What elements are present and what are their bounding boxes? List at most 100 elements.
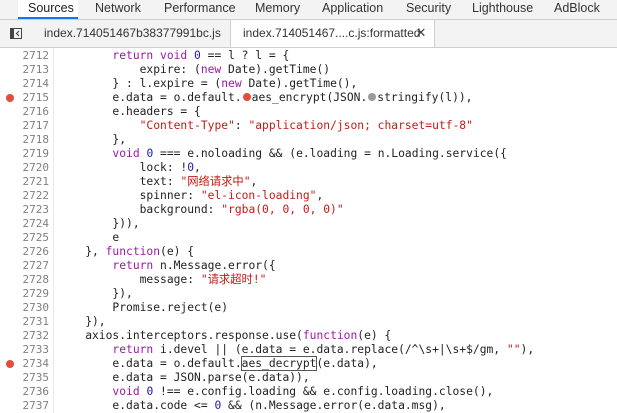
tab-network[interactable]: Network [95,0,141,19]
line-number[interactable]: 2736 [0,385,50,399]
line-number[interactable]: 2723 [0,203,50,217]
code-token: e.data = JSON.parse(e.data)), [58,371,310,384]
code-line[interactable]: 2712 return void 0 == l ? l = { [0,49,617,63]
tab-lighthouse[interactable]: Lighthouse [472,0,533,19]
code-token: == l ? l = { [200,49,290,62]
close-icon[interactable]: ✕ [415,20,427,47]
line-number[interactable]: 2713 [0,63,50,77]
line-number[interactable]: 2730 [0,301,50,315]
code-editor[interactable]: 2712 return void 0 == l ? l = {2713 expi… [0,48,617,413]
line-number[interactable]: 2732 [0,329,50,343]
line-number[interactable]: 2719 [0,147,50,161]
code-line[interactable]: 2732 axios.interceptors.response.use(fun… [0,329,617,343]
tab-memory[interactable]: Memory [255,0,300,19]
tab-security[interactable]: Security [406,0,451,19]
inline-breakpoint-icon[interactable] [242,93,251,101]
code-line[interactable]: 2714 } : l.expire = (new Date).getTime()… [0,77,617,91]
code-line[interactable]: 2729 }), [0,287,617,301]
line-number[interactable]: 2737 [0,399,50,413]
code-text: return n.Message.error({ [58,259,276,273]
code-token: "请求超时!" [200,273,267,286]
code-token: }, [58,133,127,146]
code-token: n.Message.error({ [160,259,276,272]
inline-breakpoint-icon[interactable] [368,93,377,101]
file-tab-index-js[interactable]: index.714051467b38377991bc.js [44,20,221,47]
code-text: }), [58,287,133,301]
code-line[interactable]: 2726 }, function(e) { [0,245,617,259]
line-number[interactable]: 2712 [0,49,50,63]
line-number[interactable]: 2721 [0,175,50,189]
code-text: text: "网络请求中", [58,175,258,189]
code-line[interactable]: 2723 background: "rgba(0, 0, 0, 0)" [0,203,617,217]
code-line[interactable]: 2717 "Content-Type": "application/json; … [0,119,617,133]
code-token: return [112,49,161,62]
tab-application[interactable]: Application [322,0,383,19]
code-line[interactable]: 2721 text: "网络请求中", [0,175,617,189]
code-line[interactable]: 2733 return i.devel || (e.data = e.data.… [0,343,617,357]
navigator-toggle-button[interactable] [4,24,28,44]
line-number[interactable]: 2729 [0,287,50,301]
code-line[interactable]: 2735 e.data = JSON.parse(e.data)), [0,371,617,385]
code-token: Date).getTime() [228,63,331,76]
code-line[interactable]: 2728 message: "请求超时!" [0,273,617,287]
code-line[interactable]: 2718 }, [0,133,617,147]
code-line[interactable]: 2719 void 0 === e.noloading && (e.loadin… [0,147,617,161]
code-text: e.data.code <= 0 && (n.Message.error(e.d… [58,399,445,413]
code-line[interactable]: 2715 e.data = o.default. aes_encrypt(JSON… [0,91,617,105]
code-line[interactable]: 2731 }), [0,315,617,329]
code-token: === e.noloading && (e.loading = n.Loadin… [153,147,507,160]
code-text: Promise.reject(e) [58,301,228,315]
code-text: void 0 !== e.config.loading && e.config.… [58,385,493,399]
code-token: new [221,77,249,90]
line-number[interactable]: 2733 [0,343,50,357]
code-token: void [112,147,147,160]
line-number[interactable]: 2722 [0,189,50,203]
code-token: ), [520,343,535,356]
code-line[interactable]: 2737 e.data.code <= 0 && (n.Message.erro… [0,399,617,413]
line-number[interactable]: 2725 [0,231,50,245]
code-token: function [302,329,358,342]
code-line[interactable]: 2722 spinner: "el-icon-loading", [0,189,617,203]
code-text: background: "rgba(0, 0, 0, 0)" [58,203,344,217]
line-number[interactable]: 2726 [0,245,50,259]
code-line[interactable]: 2727 return n.Message.error({ [0,259,617,273]
line-number[interactable]: 2720 [0,161,50,175]
code-token: void [160,49,195,62]
code-line[interactable]: 2720 lock: !0, [0,161,617,175]
code-token: (e) { [357,329,392,342]
code-token: aes_encrypt(JSON. [251,91,368,104]
breakpoint-marker[interactable] [6,94,14,102]
code-token: background: [58,203,222,216]
code-text: expire: (new Date).getTime() [58,63,330,77]
code-line[interactable]: 2730 Promise.reject(e) [0,301,617,315]
code-line[interactable]: 2725 e [0,231,617,245]
code-token: (e) { [160,245,195,258]
line-number[interactable]: 2727 [0,259,50,273]
code-line[interactable]: 2716 e.headers = { [0,105,617,119]
line-number[interactable]: 2716 [0,105,50,119]
tab-sources[interactable]: Sources [18,0,78,19]
tab-adblock[interactable]: AdBlock [554,0,600,19]
code-line[interactable]: 2736 void 0 !== e.config.loading && e.co… [0,385,617,399]
editor-file-tabs: index.714051467b38377991bc.js index.7140… [0,20,617,48]
line-number[interactable]: 2714 [0,77,50,91]
code-line[interactable]: 2713 expire: (new Date).getTime() [0,63,617,77]
tab-performance[interactable]: Performance [164,0,236,19]
code-text: return void 0 == l ? l = { [58,49,289,63]
line-number[interactable]: 2724 [0,217,50,231]
line-number[interactable]: 2731 [0,315,50,329]
breakpoint-marker[interactable] [6,360,14,368]
code-token: return [112,343,161,356]
line-number[interactable]: 2718 [0,133,50,147]
line-number[interactable]: 2717 [0,119,50,133]
code-line[interactable]: 2724 })), [0,217,617,231]
code-token: }), [58,287,133,300]
code-text: e.data = JSON.parse(e.data)), [58,371,310,385]
code-token: (e.data), [316,357,378,370]
line-number[interactable]: 2728 [0,273,50,287]
code-text: }), [58,315,105,329]
line-number[interactable]: 2735 [0,371,50,385]
file-tab-index-formatted[interactable]: index.714051467....c.js:formatted [230,20,435,47]
code-line[interactable]: 2734 e.data = o.default.aes_decrypt(e.da… [0,356,617,371]
